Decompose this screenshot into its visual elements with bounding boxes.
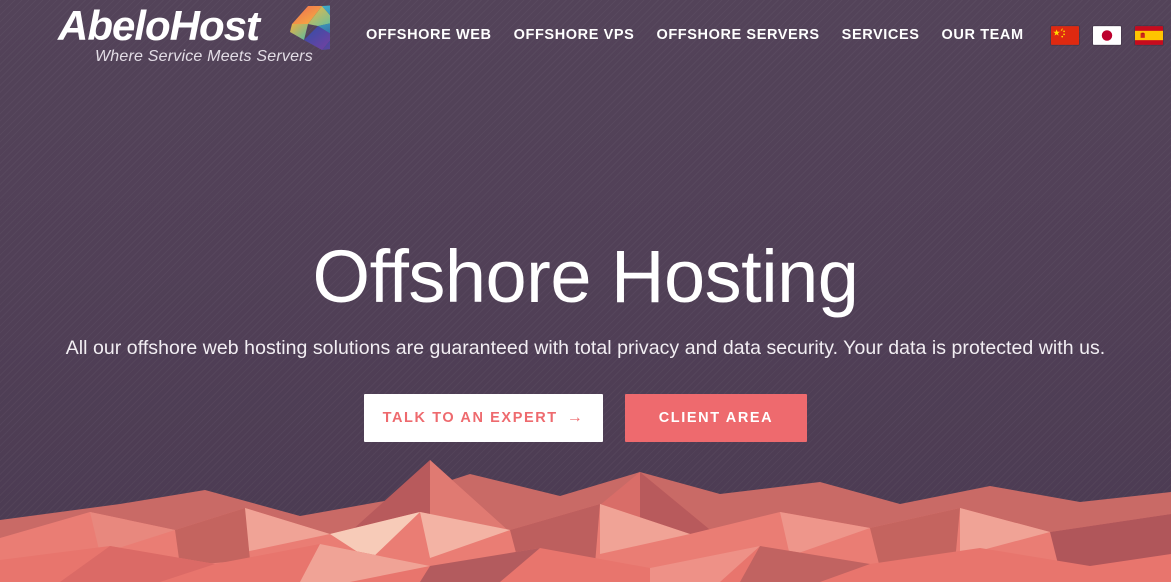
page-title: Offshore Hosting — [312, 235, 859, 318]
svg-text:Where Service Meets Servers: Where Service Meets Servers — [95, 48, 313, 65]
logo-graphic: AbeloHost Where Service Meets Servers — [57, 2, 330, 65]
client-area-label: CLIENT AREA — [658, 410, 774, 426]
client-area-button[interactable]: CLIENT AREA — [625, 394, 807, 442]
nav-item-offshore-servers[interactable]: OFFSHORE SERVERS — [645, 27, 830, 43]
svg-text:AbeloHost: AbeloHost — [57, 2, 262, 49]
hero-button-group: TALK TO AN EXPERT → CLIENT AREA — [0, 394, 1171, 442]
nav-item-offshore-web[interactable]: OFFSHORE WEB — [355, 27, 503, 43]
hero-section: AbeloHost Where Service Meets Servers OF… — [0, 0, 1171, 582]
hero-content: Offshore Hosting All our offshore web ho… — [0, 235, 1171, 442]
talk-to-an-expert-label: TALK TO AN EXPERT — [382, 410, 558, 426]
arrow-right-icon: → — [566, 409, 585, 426]
hero-subtitle: All our offshore web hosting solutions a… — [65, 337, 1106, 359]
low-poly-mountain-illustration — [0, 460, 1171, 582]
site-header: AbeloHost Where Service Meets Servers OF… — [0, 0, 1171, 70]
flag-spain-icon[interactable] — [1134, 25, 1163, 45]
nav-item-services[interactable]: SERVICES — [831, 27, 931, 43]
brand-logo[interactable]: AbeloHost Where Service Meets Servers — [40, 0, 330, 70]
primary-navigation: OFFSHORE WEB OFFSHORE VPS OFFSHORE SERVE… — [355, 27, 1035, 43]
flag-china-icon[interactable] — [1050, 25, 1079, 45]
flag-japan-icon[interactable] — [1092, 25, 1121, 45]
language-flag-switcher — [1050, 25, 1163, 45]
nav-item-offshore-vps[interactable]: OFFSHORE VPS — [503, 27, 646, 43]
talk-to-an-expert-button[interactable]: TALK TO AN EXPERT → — [364, 394, 603, 442]
nav-item-our-team[interactable]: OUR TEAM — [931, 27, 1035, 43]
